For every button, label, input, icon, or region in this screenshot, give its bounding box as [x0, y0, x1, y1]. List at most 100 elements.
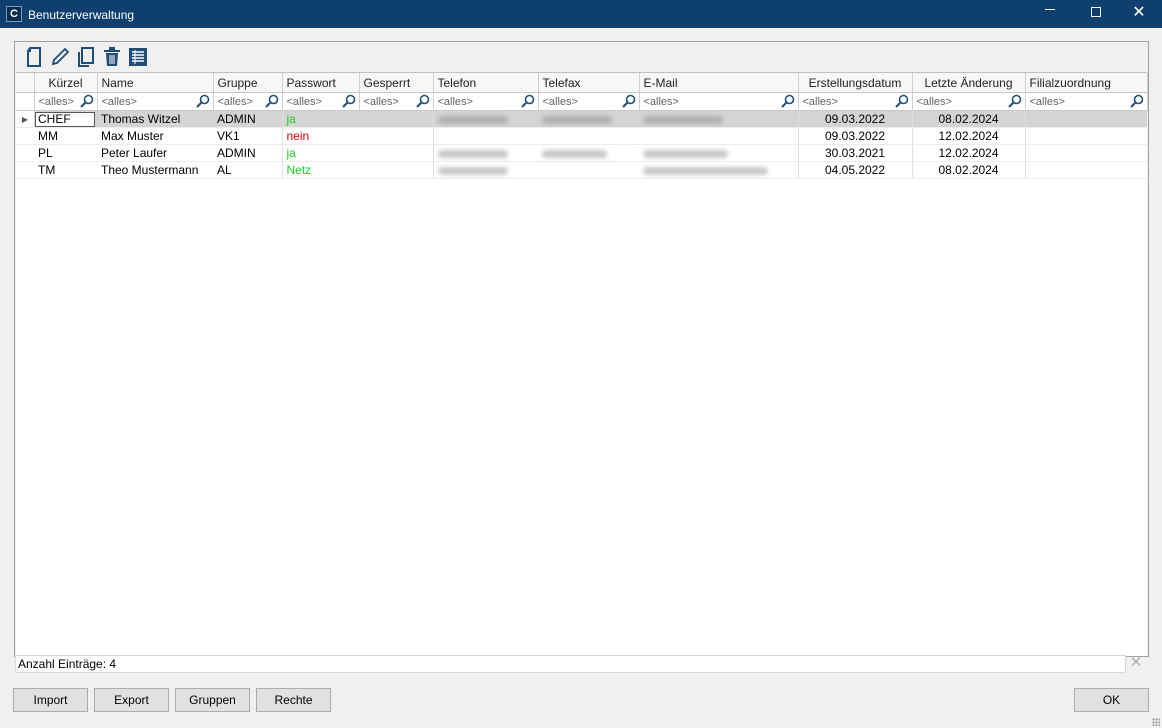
cell-name: Thomas Witzel [97, 110, 213, 128]
cell-erstellungsdatum: 09.03.2022 [798, 110, 913, 128]
main-panel: Kürzel Name Gruppe Passwort Gesperrt Tel… [14, 41, 1149, 657]
row-indicator-cell [16, 161, 34, 179]
maximize-button[interactable] [1073, 0, 1119, 28]
entry-count-field: Anzahl Einträge: 4 [15, 655, 1126, 673]
search-icon[interactable] [195, 94, 210, 108]
minimize-icon [1045, 9, 1055, 11]
gruppen-button[interactable]: Gruppen [175, 688, 250, 712]
rechte-button[interactable]: Rechte [256, 688, 331, 712]
table-row[interactable]: MM Max Muster VK1 nein 09.03.2022 12.02.… [16, 127, 1147, 145]
title-bar: C Benutzerverwaltung ✕ [0, 0, 1162, 28]
resize-grip-icon[interactable] [1152, 718, 1160, 726]
column-header-kuerzel[interactable]: Kürzel [34, 73, 98, 93]
cell-erstellungsdatum: 04.05.2022 [798, 161, 913, 179]
export-button[interactable]: Export [94, 688, 169, 712]
cell-filialzuordnung [1025, 110, 1147, 128]
filter-kuerzel[interactable]: <alles> [34, 92, 98, 111]
column-header-filialzuordnung[interactable]: Filialzuordnung [1025, 73, 1148, 93]
cell-erstellungsdatum: 09.03.2022 [798, 127, 913, 145]
column-header-erstellungsdatum[interactable]: Erstellungsdatum [798, 73, 913, 93]
cell-passwort: ja [282, 110, 359, 128]
new-button[interactable] [23, 46, 45, 68]
filter-email[interactable]: <alles> [639, 92, 799, 111]
app-logo-icon: C [6, 6, 22, 22]
column-header-name[interactable]: Name [97, 73, 214, 93]
search-icon[interactable] [894, 94, 909, 108]
search-icon[interactable] [264, 94, 279, 108]
filter-gruppe[interactable]: <alles> [213, 92, 283, 111]
cell-passwort: ja [282, 144, 359, 162]
filter-passwort[interactable]: <alles> [282, 92, 360, 111]
edit-button[interactable] [49, 46, 71, 68]
filter-gesperrt[interactable]: <alles> [359, 92, 434, 111]
maximize-icon [1091, 6, 1101, 17]
cell-gruppe: ADMIN [213, 144, 283, 162]
window-title: Benutzerverwaltung [28, 8, 135, 22]
columns-button[interactable] [127, 46, 149, 68]
copy-icon [78, 47, 94, 67]
filter-placeholder: <alles> [363, 95, 399, 108]
filter-letzte-aenderung[interactable]: <alles> [912, 92, 1026, 111]
column-header-gruppe[interactable]: Gruppe [213, 73, 283, 93]
cell-email-redacted [639, 161, 799, 179]
cell-name: Peter Laufer [97, 144, 213, 162]
cell-name: Theo Mustermann [97, 161, 213, 179]
copy-button[interactable] [75, 46, 97, 68]
search-icon[interactable] [520, 94, 535, 108]
import-button[interactable]: Import [13, 688, 88, 712]
cell-telefax-redacted [538, 161, 639, 179]
clear-x-icon[interactable]: ✕ [1129, 655, 1143, 671]
cell-gesperrt [359, 144, 434, 162]
close-button[interactable]: ✕ [1116, 0, 1162, 28]
column-header-letzte-aenderung[interactable]: Letzte Änderung [912, 73, 1026, 93]
search-icon[interactable] [415, 94, 430, 108]
cell-telefax-redacted [538, 144, 639, 162]
minimize-button[interactable] [1027, 0, 1073, 28]
cell-erstellungsdatum: 30.03.2021 [798, 144, 913, 162]
search-icon[interactable] [621, 94, 636, 108]
filter-telefax[interactable]: <alles> [538, 92, 640, 111]
cell-telefon-redacted [433, 110, 538, 128]
cell-kuerzel[interactable]: CHEF [34, 110, 97, 128]
filter-name[interactable]: <alles> [97, 92, 214, 111]
filter-erstellungsdatum[interactable]: <alles> [798, 92, 913, 111]
row-indicator-cell [16, 127, 34, 145]
cell-gesperrt [359, 110, 434, 128]
cell-kuerzel: PL [34, 144, 97, 162]
ok-button[interactable]: OK [1074, 688, 1149, 712]
delete-trash-icon [104, 47, 120, 66]
cell-name: Max Muster [97, 127, 213, 145]
indicator-header [16, 73, 35, 93]
column-header-gesperrt[interactable]: Gesperrt [359, 73, 434, 93]
column-header-email[interactable]: E-Mail [639, 73, 799, 93]
cell-gesperrt [359, 127, 434, 145]
row-indicator-cell [16, 144, 34, 162]
user-grid: Kürzel Name Gruppe Passwort Gesperrt Tel… [16, 72, 1148, 656]
search-icon[interactable] [1007, 94, 1022, 108]
delete-button[interactable] [101, 46, 123, 68]
toolbar [23, 46, 149, 70]
kuerzel-edit-field[interactable]: CHEF [35, 111, 95, 127]
cell-filialzuordnung [1025, 127, 1147, 145]
column-header-passwort[interactable]: Passwort [282, 73, 360, 93]
search-icon[interactable] [79, 94, 94, 108]
filter-filialzuordnung[interactable]: <alles> [1025, 92, 1148, 111]
cell-passwort: Netz [282, 161, 359, 179]
cell-telefax-redacted [538, 110, 639, 128]
search-icon[interactable] [1129, 94, 1144, 108]
filter-telefon[interactable]: <alles> [433, 92, 539, 111]
filter-placeholder: <alles> [802, 95, 838, 108]
column-header-telefax[interactable]: Telefax [538, 73, 640, 93]
search-icon[interactable] [780, 94, 795, 108]
cell-gesperrt [359, 161, 434, 179]
filter-placeholder: <alles> [101, 95, 137, 108]
cell-passwort: nein [282, 127, 359, 145]
search-icon[interactable] [341, 94, 356, 108]
column-header-telefon[interactable]: Telefon [433, 73, 539, 93]
cell-email-redacted [639, 110, 799, 128]
filter-placeholder: <alles> [542, 95, 578, 108]
edit-pencil-icon [51, 47, 70, 66]
table-row[interactable]: PL Peter Laufer ADMIN ja 30.03.2021 12.0… [16, 144, 1147, 162]
table-row[interactable]: TM Theo Mustermann AL Netz 04.05.2022 08… [16, 161, 1147, 179]
table-row[interactable]: ▶ CHEF Thomas Witzel ADMIN ja 09.03.2022… [16, 110, 1147, 128]
